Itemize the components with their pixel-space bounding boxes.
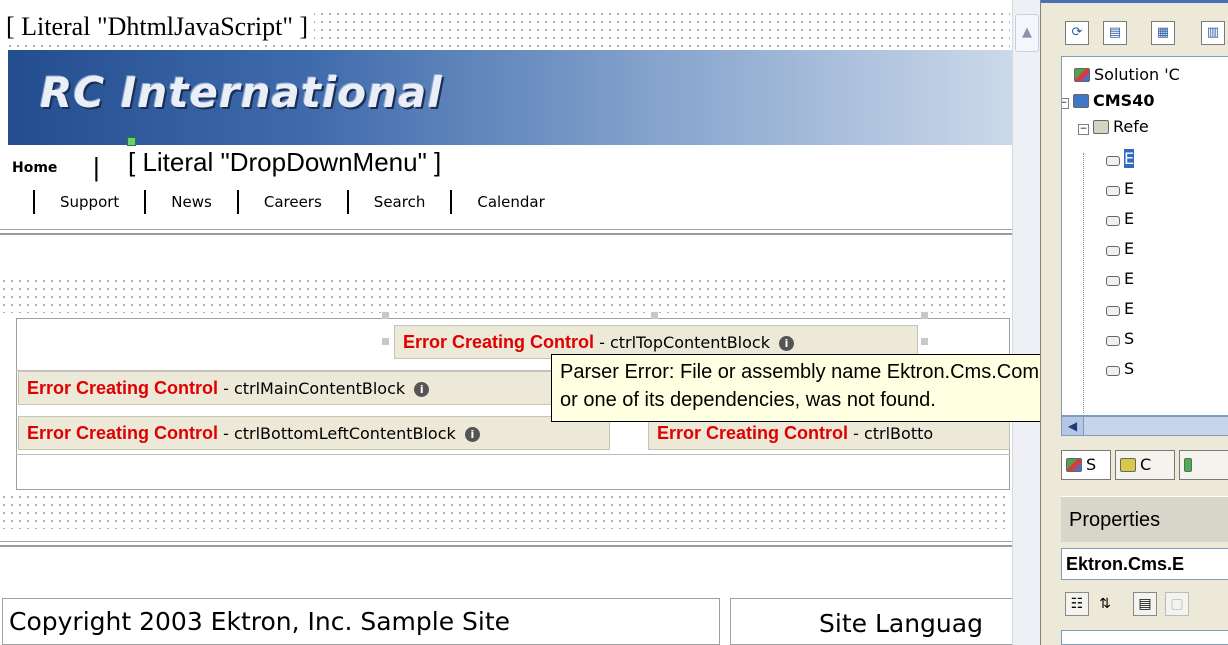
tree-node-reference[interactable]: E: [1106, 177, 1134, 201]
tree-horizontal-scrollbar[interactable]: ◀: [1061, 416, 1228, 436]
ctrl-bottom-left-content-block[interactable]: Error Creating Control - ctrlBottomLeftC…: [18, 416, 610, 450]
tree-node-project[interactable]: −CMS40: [1062, 89, 1154, 113]
nav-separator: |: [93, 152, 100, 182]
properties-toolbar: ☷ ⇅ ▤ ▢: [1061, 588, 1228, 622]
nav-link-news[interactable]: News: [144, 190, 237, 214]
tree-node-reference[interactable]: S: [1106, 357, 1134, 381]
tooltip-line: Parser Error: File or assembly name Ektr…: [560, 361, 1040, 383]
reference-icon: [1106, 336, 1120, 346]
error-label: Error Creating Control: [27, 378, 219, 398]
divider: [0, 233, 1012, 235]
resize-handle[interactable]: [382, 312, 389, 319]
tooltip-line: or one of its dependencies, was not foun…: [560, 389, 936, 411]
refresh-icon[interactable]: ⟳: [1065, 21, 1089, 45]
control-id: - ctrlTopContentBlock: [594, 333, 770, 352]
reference-icon: [1106, 156, 1120, 166]
collapse-icon[interactable]: −: [1078, 124, 1089, 135]
site-banner: RC International: [8, 50, 1013, 145]
parser-error-tooltip: Parser Error: File or assembly name Ektr…: [551, 354, 1040, 422]
tree-node-reference[interactable]: E: [1106, 267, 1134, 291]
resize-handle[interactable]: [921, 312, 928, 319]
scroll-left-arrow-icon[interactable]: ◀: [1062, 417, 1084, 435]
error-label: Error Creating Control: [27, 423, 219, 443]
tab-resource-view[interactable]: [1179, 450, 1228, 480]
nav-home-link[interactable]: Home: [12, 160, 57, 176]
nav-link-search[interactable]: Search: [346, 190, 451, 214]
class-view-icon: [1120, 458, 1136, 472]
properties-object-selector[interactable]: Ektron.Cms.E: [1061, 548, 1228, 580]
reference-icon: [1106, 216, 1120, 226]
properties-panel-title: Properties: [1061, 496, 1228, 542]
folder-icon: [1093, 120, 1109, 134]
divider: [0, 229, 1012, 230]
categorized-icon[interactable]: ☷: [1065, 592, 1089, 616]
resize-handle[interactable]: [651, 312, 658, 319]
properties-grid[interactable]: [1061, 630, 1228, 645]
panel-tab-strip: S C: [1061, 448, 1228, 482]
properties-view-icon[interactable]: ▤: [1133, 592, 1157, 616]
solution-icon: [1074, 68, 1090, 82]
nav-links-bar: Support News Careers Search Calendar: [33, 190, 570, 214]
tree-node-references[interactable]: − Refe: [1078, 115, 1149, 139]
solution-icon: [1066, 458, 1082, 472]
footer-site-language: Site Languag: [730, 598, 1020, 645]
collapse-icon[interactable]: −: [1062, 98, 1069, 109]
tab-class-view[interactable]: C: [1115, 450, 1175, 480]
tree-node-solution[interactable]: Solution 'C: [1074, 63, 1180, 87]
info-icon: i: [414, 382, 430, 397]
divider: [0, 541, 1012, 542]
nav-link-support[interactable]: Support: [33, 190, 144, 214]
server-control-glyph-icon: [127, 137, 136, 146]
literal-dhtml-placeholder[interactable]: [ Literal "DhtmlJavaScript" ]: [6, 10, 1010, 48]
solution-explorer-toolbar: ⟳ ▤ ▦ ▥: [1041, 0, 1228, 55]
designer-surface: [ Literal "DhtmlJavaScript" ] RC Interna…: [0, 0, 1040, 645]
scroll-up-arrow-icon[interactable]: ▲: [1015, 14, 1039, 52]
control-id: - ctrlBotto: [848, 424, 934, 443]
banner-logo: RC International: [40, 68, 443, 117]
view-code-icon[interactable]: ▥: [1201, 21, 1225, 45]
reference-icon: [1106, 186, 1120, 196]
reference-icon: [1106, 276, 1120, 286]
tree-node-reference[interactable]: S: [1106, 327, 1134, 351]
literal-dhtml-label: [ Literal "DhtmlJavaScript" ]: [6, 12, 315, 41]
control-id: - ctrlMainContentBlock: [218, 379, 406, 398]
footer-copyright: Copyright 2003 Ektron, Inc. Sample Site: [2, 598, 720, 645]
nav-link-careers[interactable]: Careers: [236, 190, 347, 214]
reference-icon: [1106, 246, 1120, 256]
resize-handle[interactable]: [382, 338, 389, 345]
nav-link-calendar[interactable]: Calendar: [450, 190, 569, 214]
literal-dropdown-placeholder[interactable]: [ Literal "DropDownMenu" ]: [128, 147, 441, 178]
tree-node-reference[interactable]: E: [1106, 207, 1134, 231]
project-icon: [1073, 94, 1089, 108]
tree-node-reference[interactable]: E: [1106, 147, 1135, 171]
control-id: - ctrlBottomLeftContentBlock: [218, 424, 456, 443]
info-icon: i: [779, 336, 795, 351]
solution-explorer-tree: Solution 'C −CMS40 −Refe E E E E E E S S: [1061, 56, 1228, 416]
table-row-divider: [16, 454, 1010, 455]
resize-handle[interactable]: [921, 338, 928, 345]
tab-solution-explorer[interactable]: S: [1061, 450, 1111, 480]
properties-icon[interactable]: ▦: [1151, 21, 1175, 45]
error-label: Error Creating Control: [657, 423, 849, 443]
tree-node-reference[interactable]: E: [1106, 297, 1134, 321]
error-label: Error Creating Control: [403, 332, 595, 352]
right-tool-panels: ⟳ ▤ ▦ ▥ Solution 'C −CMS40 −Refe E E E E…: [1040, 0, 1228, 645]
divider: [0, 545, 1012, 547]
ctrl-main-content-block[interactable]: Error Creating Control - ctrlMainContent…: [18, 371, 558, 405]
alphabetical-icon[interactable]: ⇅: [1093, 592, 1117, 616]
reference-icon: [1106, 366, 1120, 376]
designer-vertical-scrollbar[interactable]: ▲: [1012, 0, 1040, 645]
events-icon[interactable]: ▢: [1165, 592, 1189, 616]
reference-icon: [1106, 306, 1120, 316]
show-all-files-icon[interactable]: ▤: [1103, 21, 1127, 45]
tree-node-reference[interactable]: E: [1106, 237, 1134, 261]
resource-icon: [1184, 458, 1192, 472]
layout-grid-region: [0, 493, 1010, 529]
layout-grid-region: [0, 277, 1010, 313]
info-icon: i: [464, 427, 480, 442]
